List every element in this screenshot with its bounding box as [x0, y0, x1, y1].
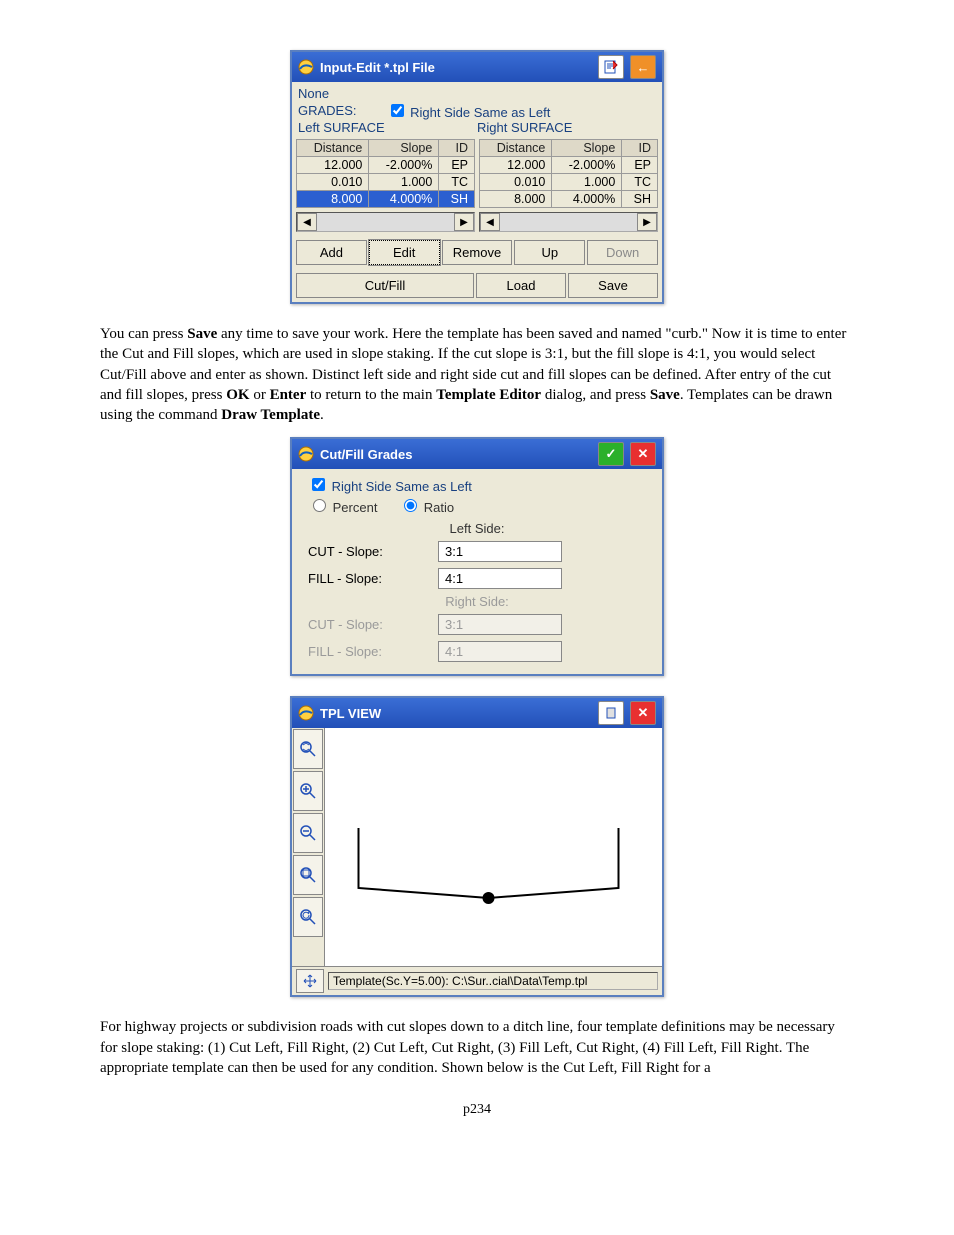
pan-icon[interactable]	[296, 969, 324, 993]
edit-button[interactable]: Edit	[369, 240, 440, 265]
percent-radio[interactable]: Percent	[308, 500, 377, 515]
table-row[interactable]: 12.000 -2.000% EP	[297, 157, 475, 174]
table-row[interactable]: 0.010 1.000 TC	[480, 174, 658, 191]
right-same-as-left-label: Right Side Same as Left	[410, 105, 550, 120]
titlebar: Cut/Fill Grades ✓ ✕	[292, 439, 662, 469]
left-cut-input[interactable]	[438, 541, 562, 562]
ok-button[interactable]: ✓	[598, 442, 624, 466]
ratio-radio[interactable]: Ratio	[399, 500, 454, 515]
tpl-view-dialog: TPL VIEW ✕ Template(Sc.Y=5.00): C:\Sur..…	[290, 696, 664, 997]
scroll-left-icon[interactable]: ◀	[480, 213, 500, 231]
col-slope[interactable]: Slope	[552, 140, 622, 157]
grades-label: GRADES:	[298, 103, 357, 118]
right-fill-input	[438, 641, 562, 662]
add-button[interactable]: Add	[296, 240, 367, 265]
app-icon	[298, 446, 314, 462]
table-row[interactable]: 8.000 4.000% SH	[297, 191, 475, 208]
col-distance[interactable]: Distance	[297, 140, 369, 157]
top-panel: None GRADES: Right Side Same as Left Lef…	[292, 82, 662, 139]
right-same-as-left-label: Right Side Same as Left	[332, 479, 472, 494]
cancel-button[interactable]: ✕	[630, 442, 656, 466]
col-distance[interactable]: Distance	[480, 140, 552, 157]
titlebar: TPL VIEW ✕	[292, 698, 662, 728]
save-button[interactable]: Save	[568, 273, 658, 298]
left-side-header: Left Side:	[292, 519, 662, 538]
cutfill-button[interactable]: Cut/Fill	[296, 273, 474, 298]
table-row[interactable]: 0.010 1.000 TC	[297, 174, 475, 191]
table-row[interactable]: 12.000 -2.000% EP	[480, 157, 658, 174]
notes-button[interactable]	[598, 55, 624, 79]
right-hscrollbar[interactable]: ◀ ▶	[479, 212, 658, 232]
zoom-in-icon[interactable]	[293, 771, 323, 811]
paragraph-1: You can press Save any time to save your…	[100, 324, 854, 425]
right-same-as-left-input[interactable]	[312, 478, 325, 491]
remove-button[interactable]: Remove	[442, 240, 513, 265]
col-id[interactable]: ID	[439, 140, 475, 157]
col-id[interactable]: ID	[622, 140, 658, 157]
right-same-as-left-checkbox[interactable]: Right Side Same as Left	[308, 479, 472, 494]
app-icon	[298, 705, 314, 721]
left-cut-label: CUT - Slope:	[308, 544, 428, 559]
left-surface-list[interactable]: Distance Slope ID 12.000 -2.000% EP 0.01…	[296, 139, 475, 208]
right-surface-label: Right SURFACE	[477, 120, 656, 135]
zoom-window-icon[interactable]	[293, 855, 323, 895]
scroll-right-icon[interactable]: ▶	[637, 213, 657, 231]
table-row[interactable]: 8.000 4.000% SH	[480, 191, 658, 208]
toolbar	[292, 728, 325, 966]
load-button[interactable]: Load	[476, 273, 566, 298]
scroll-right-icon[interactable]: ▶	[454, 213, 474, 231]
status-text: Template(Sc.Y=5.00): C:\Sur..cial\Data\T…	[328, 972, 658, 990]
left-fill-input[interactable]	[438, 568, 562, 589]
cutfill-grades-dialog: Cut/Fill Grades ✓ ✕ Right Side Same as L…	[290, 437, 664, 676]
left-fill-label: FILL - Slope:	[308, 571, 428, 586]
right-cut-input	[438, 614, 562, 635]
close-button[interactable]: ✕	[630, 701, 656, 725]
dialog-title: Input-Edit *.tpl File	[320, 60, 435, 75]
settings-button[interactable]	[598, 701, 624, 725]
none-label: None	[298, 86, 656, 101]
up-button[interactable]: Up	[514, 240, 585, 265]
down-button[interactable]: Down	[587, 240, 658, 265]
dialog-title: TPL VIEW	[320, 706, 381, 721]
input-edit-tpl-dialog: Input-Edit *.tpl File ← None GRADES: Rig…	[290, 50, 664, 304]
right-side-header: Right Side:	[292, 592, 662, 611]
titlebar: Input-Edit *.tpl File ←	[292, 52, 662, 82]
dialog-title: Cut/Fill Grades	[320, 447, 412, 462]
right-surface-list[interactable]: Distance Slope ID 12.000 -2.000% EP 0.01…	[479, 139, 658, 208]
zoom-extents-icon[interactable]	[293, 729, 323, 769]
scroll-left-icon[interactable]: ◀	[297, 213, 317, 231]
page-number: p234	[100, 1102, 854, 1118]
col-slope[interactable]: Slope	[369, 140, 439, 157]
zoom-out-icon[interactable]	[293, 813, 323, 853]
zoom-previous-icon[interactable]	[293, 897, 323, 937]
app-icon	[298, 59, 314, 75]
right-cut-label: CUT - Slope:	[308, 617, 428, 632]
left-hscrollbar[interactable]: ◀ ▶	[296, 212, 475, 232]
right-fill-label: FILL - Slope:	[308, 644, 428, 659]
template-canvas[interactable]	[325, 728, 662, 966]
right-same-as-left-checkbox[interactable]: Right Side Same as Left	[387, 101, 551, 120]
statusbar: Template(Sc.Y=5.00): C:\Sur..cial\Data\T…	[292, 966, 662, 995]
paragraph-2: For highway projects or subdivision road…	[100, 1017, 854, 1078]
left-surface-label: Left SURFACE	[298, 120, 477, 135]
back-button[interactable]: ←	[630, 55, 656, 79]
right-same-as-left-input[interactable]	[391, 104, 404, 117]
